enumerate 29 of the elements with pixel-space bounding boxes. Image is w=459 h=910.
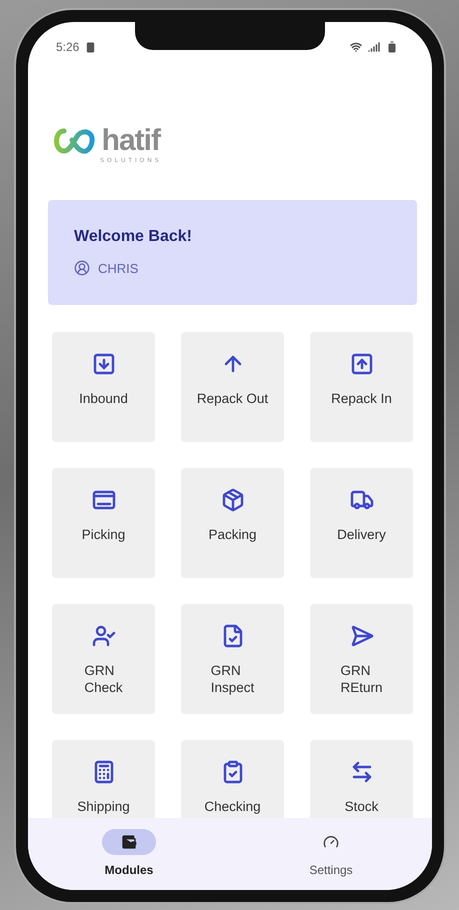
module-tile[interactable]: Packing [181,468,284,578]
wifi-icon [350,41,362,53]
module-tile[interactable]: Stock [310,740,413,818]
user-name: CHRIS [98,260,138,276]
box-icon [220,488,244,512]
logo-wordmark: hatif [102,126,160,156]
module-tile[interactable]: Repack In [310,332,413,442]
module-tile[interactable]: Shipping [52,740,155,818]
module-tile[interactable]: Checking [181,740,284,818]
user-check-icon [92,624,116,648]
nav-tab[interactable]: Modules [28,828,230,890]
status-time: 5:26 [56,40,80,54]
module-tile[interactable]: GRN Inspect [181,604,284,714]
download-box-icon [92,352,116,376]
module-tile[interactable]: Delivery [310,468,413,578]
module-tile[interactable]: Picking [52,468,155,578]
module-tile[interactable]: GRN REturn [310,604,413,714]
dashboard-icon [323,834,339,850]
welcome-title: Welcome Back! [74,228,193,246]
truck-icon [350,488,374,512]
module-tile[interactable]: GRN Check [52,604,155,714]
battery-icon [386,41,398,53]
user-icon [74,260,90,276]
signal-icon [368,41,380,53]
upload-box-icon [350,352,374,376]
module-tile[interactable]: Inbound [52,332,155,442]
send-icon [350,624,374,648]
nav-tab[interactable]: Settings [230,828,432,890]
module-tile[interactable]: Repack Out [181,332,284,442]
